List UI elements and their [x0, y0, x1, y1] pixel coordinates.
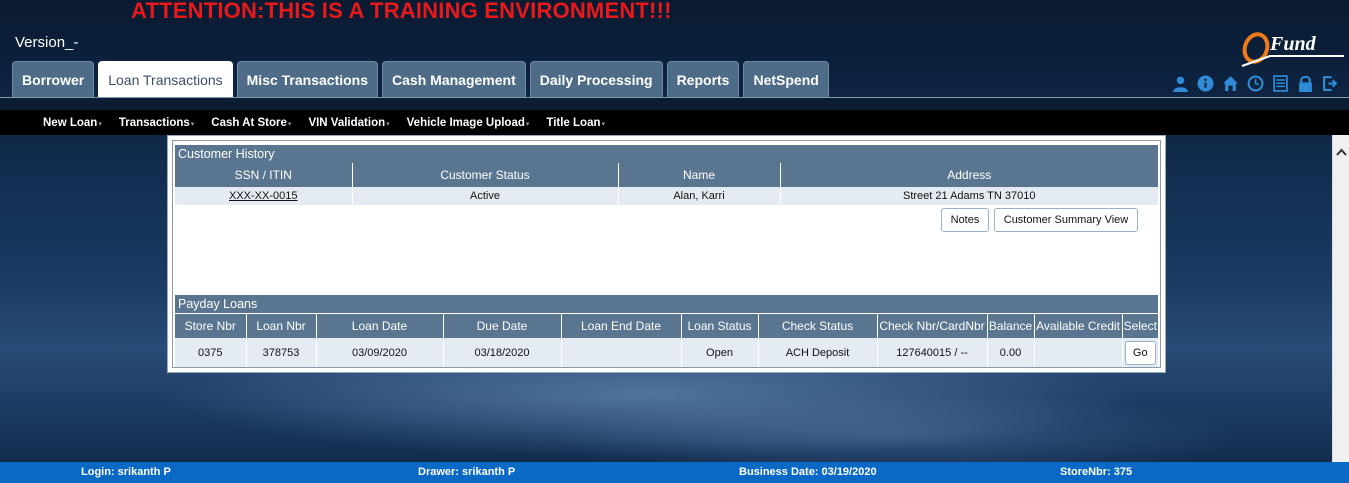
customer-history-title: Customer History: [175, 145, 1158, 163]
tab-loan-transactions[interactable]: Loan Transactions: [98, 61, 233, 98]
main-tabs: Borrower Loan Transactions Misc Transact…: [12, 61, 833, 98]
col-loan-nbr: Loan Nbr: [246, 314, 317, 338]
cell-address: Street 21 Adams TN 37010: [780, 187, 1158, 205]
caret-down-icon: ▾: [601, 120, 606, 128]
home-icon[interactable]: [1222, 75, 1239, 92]
payday-loans-title: Payday Loans: [175, 295, 1158, 313]
col-loan-status: Loan Status: [681, 314, 759, 338]
footer-login: Login: srikanth P: [81, 466, 171, 478]
tab-cash-management[interactable]: Cash Management: [382, 61, 526, 97]
ssn-link[interactable]: XXX-XX-0015: [229, 190, 297, 202]
caret-down-icon: ▾: [190, 120, 195, 128]
caret-down-icon: ▾: [98, 120, 102, 128]
col-check-status: Check Status: [758, 314, 878, 338]
cell-check-status: ACH Deposit: [758, 338, 878, 367]
cell-loan-end-date: [561, 338, 682, 367]
go-button[interactable]: Go: [1124, 340, 1156, 365]
footer-drawer: Drawer: srikanth P: [418, 466, 516, 478]
payday-loans-table: Store Nbr Loan Nbr Loan Date Due Date Lo…: [175, 314, 1158, 367]
col-available-credit: Available Credit: [1034, 314, 1123, 338]
customer-summary-view-button[interactable]: Customer Summary View: [994, 208, 1138, 232]
tab-netspend[interactable]: NetSpend: [743, 61, 829, 97]
qfund-logo: Fund: [1241, 32, 1344, 67]
footer-store-nbr: StoreNbr: 375: [1060, 466, 1133, 478]
sub-menu-bar: New Loan▾ Transactions▾ Cash At Store▾ V…: [0, 110, 1349, 135]
col-due-date: Due Date: [443, 314, 562, 338]
menu-label: Cash At Store: [211, 116, 287, 129]
menu-label: New Loan: [43, 116, 98, 129]
info-icon[interactable]: [1197, 75, 1214, 92]
caret-down-icon: ▾: [287, 120, 292, 128]
cell-loan-date: 03/09/2020: [316, 338, 444, 367]
menu-new-loan[interactable]: New Loan▾: [43, 117, 102, 129]
menu-title-loan[interactable]: Title Loan▾: [546, 117, 605, 129]
caret-down-icon: ▾: [386, 120, 390, 128]
logo-text: Fund: [1269, 33, 1317, 55]
cell-available-credit: [1034, 338, 1123, 367]
notes-button[interactable]: Notes: [941, 208, 989, 232]
lock-icon[interactable]: [1297, 75, 1314, 92]
menu-vehicle-image-upload[interactable]: Vehicle Image Upload▾: [407, 117, 530, 129]
table-row: 0375 378753 03/09/2020 03/18/2020 Open A…: [175, 338, 1158, 367]
training-banner: ATTENTION:THIS IS A TRAINING ENVIRONMENT…: [131, 0, 672, 23]
cell-due-date: 03/18/2020: [443, 338, 562, 367]
col-balance: Balance: [987, 314, 1035, 338]
tab-misc-transactions[interactable]: Misc Transactions: [236, 61, 379, 97]
col-select: Select: [1122, 314, 1158, 338]
cell-ssn: XXX-XX-0015: [175, 187, 353, 205]
col-loan-date: Loan Date: [316, 314, 444, 338]
menu-label: Transactions: [118, 116, 190, 129]
table-row: XXX-XX-0015 Active Alan, Karri Street 21…: [175, 187, 1158, 205]
col-name: Name: [618, 163, 781, 187]
logout-icon[interactable]: [1322, 75, 1339, 92]
cell-store-nbr: 0375: [175, 338, 247, 367]
header-divider: [0, 97, 1349, 98]
footer-business-date: Business Date: 03/19/2020: [739, 466, 877, 478]
cell-loan-status: Open: [681, 338, 759, 367]
status-footer: Login: srikanth P Drawer: srikanth P Bus…: [0, 462, 1349, 483]
menu-cash-at-store[interactable]: Cash At Store▾: [211, 117, 291, 129]
cell-balance: 0.00: [987, 338, 1035, 367]
caret-down-icon: ▾: [525, 120, 530, 128]
col-loan-end-date: Loan End Date: [561, 314, 682, 338]
clock-icon[interactable]: [1247, 75, 1264, 92]
app-header: ATTENTION:THIS IS A TRAINING ENVIRONMENT…: [0, 0, 1349, 98]
menu-label: Title Loan: [546, 116, 601, 129]
cell-name: Alan, Karri: [618, 187, 781, 205]
list-icon[interactable]: [1272, 75, 1289, 92]
menu-label: Vehicle Image Upload: [406, 116, 525, 129]
menu-vin-validation[interactable]: VIN Validation▾: [308, 117, 389, 129]
col-ssn: SSN / ITIN: [175, 163, 353, 187]
col-address: Address: [780, 163, 1158, 187]
panel-frame: Customer History SSN / ITIN Customer Sta…: [172, 140, 1161, 368]
menu-transactions[interactable]: Transactions▾: [119, 117, 194, 129]
customer-history-table: SSN / ITIN Customer Status Name Address …: [175, 163, 1158, 205]
tab-daily-processing[interactable]: Daily Processing: [529, 61, 663, 97]
col-customer-status: Customer Status: [352, 163, 619, 187]
customer-panel: Customer History SSN / ITIN Customer Sta…: [167, 135, 1166, 373]
cell-status: Active: [352, 187, 619, 205]
col-check-nbr: Check Nbr/CardNbr: [877, 314, 988, 338]
cell-select: Go: [1122, 338, 1158, 367]
header-icon-bar: [1172, 75, 1347, 92]
vertical-scrollbar[interactable]: [1332, 135, 1349, 462]
scroll-up-icon[interactable]: [1336, 147, 1347, 158]
tab-borrower[interactable]: Borrower: [12, 61, 95, 97]
user-icon[interactable]: [1172, 75, 1189, 92]
version-label: Version_-: [15, 34, 79, 51]
tab-reports[interactable]: Reports: [666, 61, 740, 97]
col-store-nbr: Store Nbr: [175, 314, 247, 338]
menu-label: VIN Validation: [308, 116, 386, 129]
cell-check-nbr: 127640015 / --: [877, 338, 988, 367]
cell-loan-nbr: 378753: [246, 338, 317, 367]
